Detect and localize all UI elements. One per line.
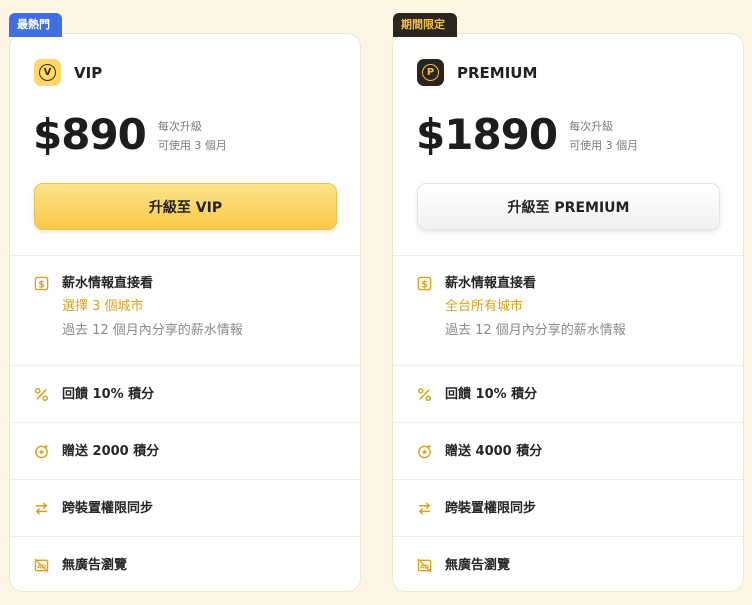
premium-price: $1890 [416, 110, 558, 159]
feature-title: 跨裝置權限同步 [445, 500, 537, 516]
feature-title: 薪水情報直接看 [62, 276, 154, 291]
dollar-icon: $ [34, 276, 49, 291]
svg-text:$: $ [421, 279, 428, 290]
feature-item-no-ads: AD 無廣告瀏覽 [393, 536, 743, 591]
premium-coin-icon: P [417, 59, 444, 86]
feature-item-sync: 跨裝置權限同步 [393, 479, 743, 536]
gift-points-icon [417, 444, 432, 459]
premium-plan-header: P PREMIUM [417, 59, 537, 86]
premium-plan-name: PREMIUM [457, 63, 538, 82]
feature-item-salary: $ 薪水情報直接看 全台所有城市 過去 12 個月內分享的薪水情報 [393, 255, 743, 365]
feature-title: 贈送 4000 積分 [445, 443, 543, 459]
vip-coin-icon: V [34, 59, 61, 86]
vip-plan-card: V VIP $890 每次升級 可使用 3 個月 升級至 VIP $ 薪水情報直… [9, 33, 361, 592]
upgrade-vip-button[interactable]: 升級至 VIP [34, 183, 337, 230]
feature-item-salary: $ 薪水情報直接看 選擇 3 個城市 過去 12 個月內分享的薪水情報 [10, 255, 360, 365]
premium-limited-badge: 期間限定 [393, 13, 457, 37]
vip-price-row: $890 每次升級 可使用 3 個月 [33, 110, 227, 160]
sync-arrows-icon [34, 501, 49, 516]
sync-arrows-icon [417, 501, 432, 516]
feature-description: 過去 12 個月內分享的薪水情報 [62, 323, 243, 338]
no-ads-icon: AD [34, 557, 49, 573]
premium-price-note-line2: 可使用 3 個月 [569, 139, 639, 152]
feature-title: 贈送 2000 積分 [62, 443, 160, 459]
vip-price-note-line1: 每次升級 [157, 120, 202, 133]
feature-item-cashback: 回饋 10% 積分 [10, 365, 360, 422]
premium-price-row: $1890 每次升級 可使用 3 個月 [416, 110, 638, 160]
feature-item-cashback: 回饋 10% 積分 [393, 365, 743, 422]
upgrade-premium-button[interactable]: 升級至 PREMIUM [417, 183, 720, 230]
feature-item-bonus-points: 贈送 2000 積分 [10, 422, 360, 479]
feature-title: 無廣告瀏覽 [62, 557, 128, 573]
svg-text:$: $ [38, 279, 45, 290]
gift-points-icon [34, 444, 49, 459]
vip-plan-name: VIP [74, 63, 103, 82]
vip-feature-list: $ 薪水情報直接看 選擇 3 個城市 過去 12 個月內分享的薪水情報 回饋 1… [10, 255, 360, 591]
no-ads-icon: AD [417, 557, 432, 573]
feature-title: 薪水情報直接看 [445, 276, 537, 291]
vip-price: $890 [33, 110, 147, 159]
percent-icon [417, 387, 432, 402]
vip-price-note-line2: 可使用 3 個月 [157, 139, 227, 152]
vip-popular-badge: 最熱門 [9, 13, 62, 37]
feature-title: 跨裝置權限同步 [62, 500, 154, 516]
feature-item-no-ads: AD 無廣告瀏覽 [10, 536, 360, 591]
feature-item-sync: 跨裝置權限同步 [10, 479, 360, 536]
feature-city-scope: 全台所有城市 [445, 299, 524, 314]
premium-feature-list: $ 薪水情報直接看 全台所有城市 過去 12 個月內分享的薪水情報 回饋 10%… [393, 255, 743, 591]
premium-price-note-line1: 每次升級 [569, 120, 614, 133]
feature-title: 無廣告瀏覽 [445, 557, 511, 573]
vip-plan-header: V VIP [34, 59, 102, 86]
premium-plan-card: P PREMIUM $1890 每次升級 可使用 3 個月 升級至 PREMIU… [392, 33, 744, 592]
feature-title: 回饋 10% 積分 [445, 386, 538, 402]
dollar-icon: $ [417, 276, 432, 291]
feature-title: 回饋 10% 積分 [62, 386, 155, 402]
feature-city-scope: 選擇 3 個城市 [62, 299, 144, 314]
percent-icon [34, 387, 49, 402]
vip-price-note: 每次升級 可使用 3 個月 [158, 117, 227, 155]
premium-price-note: 每次升級 可使用 3 個月 [569, 117, 638, 155]
feature-item-bonus-points: 贈送 4000 積分 [393, 422, 743, 479]
feature-description: 過去 12 個月內分享的薪水情報 [445, 323, 626, 338]
